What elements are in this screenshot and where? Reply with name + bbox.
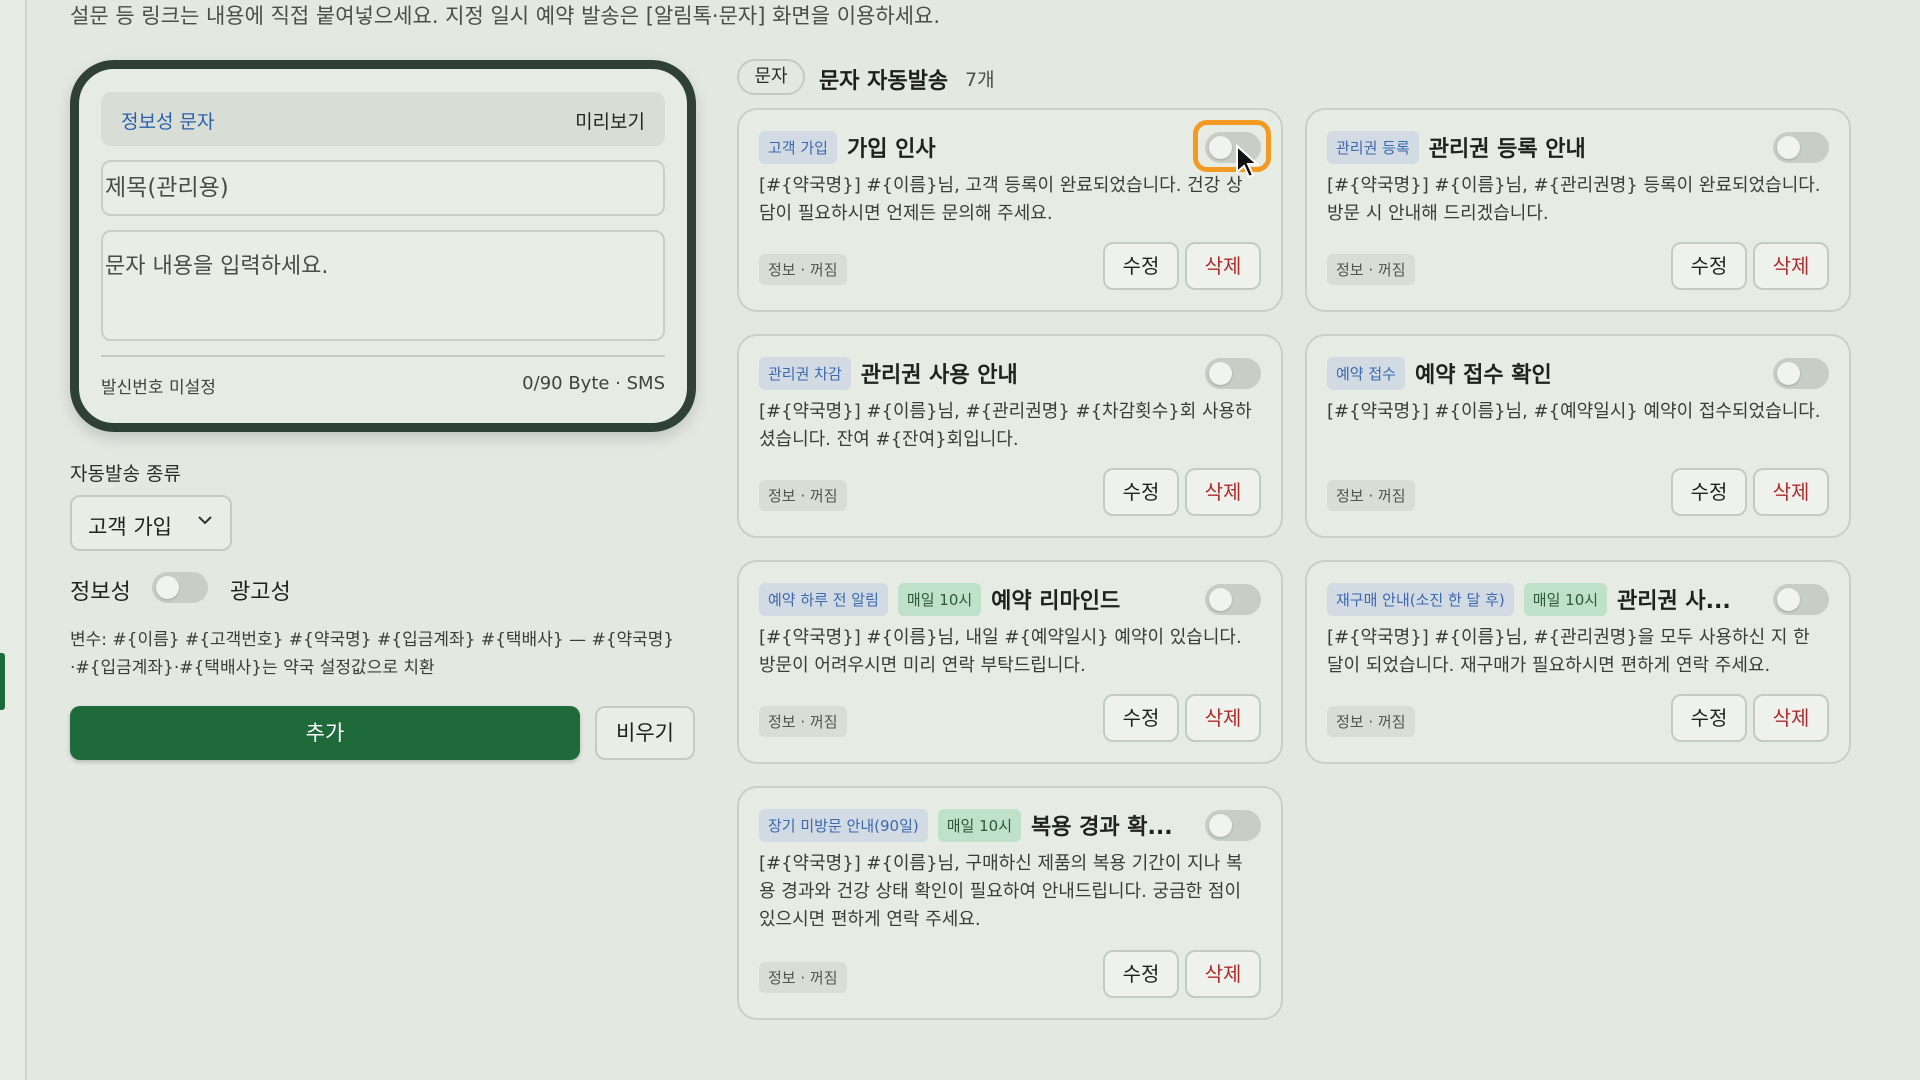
card-body: [#{약국명}] #{이름}님, #{관리권명}을 모두 사용하신 지 한 달이… — [1327, 627, 1810, 676]
edit-button[interactable]: 수정 — [1103, 950, 1179, 998]
auto-send-card: 관리권 차감 관리권 사용 안내 [#{약국명}] #{이름}님, #{관리권명… — [737, 334, 1283, 538]
card-toggle[interactable] — [1205, 810, 1261, 841]
list-title: 문자 자동발송 — [819, 69, 949, 94]
auto-send-card: 예약 접수 예약 접수 확인 [#{약국명}] #{이름}님, #{예약일시} … — [1305, 334, 1851, 538]
card-body: [#{약국명}] #{이름}님, 내일 #{예약일시} 예약이 있습니다. 방문… — [759, 627, 1242, 676]
card-toggle[interactable] — [1773, 584, 1829, 615]
card-tags: 장기 미방문 안내(90일) 매일 10시 복용 경과 확... — [759, 808, 1173, 842]
composer-header: 정보성 문자 미리보기 — [101, 92, 665, 146]
edit-button[interactable]: 수정 — [1671, 468, 1747, 516]
list-count: 7개 — [965, 69, 995, 91]
auto-send-type-label: 자동발송 종류 — [70, 463, 181, 485]
delete-button[interactable]: 삭제 — [1185, 468, 1261, 516]
add-button[interactable]: 추가 — [70, 706, 580, 760]
card-status: 정보 · 꺼짐 — [759, 962, 847, 993]
auto-send-card: 관리권 등록 관리권 등록 안내 [#{약국명}] #{이름}님, #{관리권명… — [1305, 108, 1851, 312]
delete-button[interactable]: 삭제 — [1185, 242, 1261, 290]
card-body: [#{약국명}] #{이름}님, 구매하신 제품의 복용 기간이 지나 복용 경… — [759, 853, 1243, 930]
schedule-tag: 매일 10시 — [937, 808, 1021, 842]
info-label: 정보성 — [70, 580, 131, 605]
card-body: [#{약국명}] #{이름}님, #{관리권명} 등록이 완료되었습니다. 방문… — [1327, 175, 1821, 224]
card-status: 정보 · 꺼짐 — [759, 706, 847, 737]
schedule-tag: 매일 10시 — [1523, 582, 1608, 616]
rail-active-indicator — [0, 653, 5, 710]
composer-divider — [101, 355, 665, 357]
auto-send-card: 장기 미방문 안내(90일) 매일 10시 복용 경과 확... [#{약국명}… — [737, 786, 1283, 1020]
message-composer: 정보성 문자 미리보기 제목(관리용) 문자 내용을 입력하세요. 발신번호 미… — [70, 60, 696, 432]
card-toggle[interactable] — [1773, 358, 1829, 389]
card-tags: 고객 가입 가입 인사 — [759, 130, 936, 164]
page-description: 설문 등 링크는 내용에 직접 붙여넣으세요. 지정 일시 예약 발송은 [알림… — [70, 4, 940, 28]
card-toggle[interactable] — [1773, 132, 1829, 163]
card-status: 정보 · 꺼짐 — [759, 480, 847, 511]
card-status: 정보 · 꺼짐 — [1327, 480, 1415, 511]
card-tags: 예약 하루 전 알림 매일 10시 예약 리마인드 — [759, 582, 1120, 616]
left-rail — [0, 0, 27, 1080]
card-toggle[interactable] — [1205, 358, 1261, 389]
preview-button[interactable]: 미리보기 — [575, 107, 645, 134]
auto-send-type-value: 고객 가입 — [88, 515, 172, 539]
card-title: 예약 접수 확인 — [1414, 363, 1552, 388]
card-body: [#{약국명}] #{이름}님, 고객 등록이 완료되었습니다. 건강 상담이 … — [759, 175, 1243, 224]
chevron-down-icon — [196, 511, 214, 534]
card-status: 정보 · 꺼짐 — [759, 254, 847, 285]
card-status: 정보 · 꺼짐 — [1327, 706, 1415, 737]
card-tags: 재구매 안내(소진 한 달 후) 매일 10시 관리권 사... — [1327, 582, 1731, 616]
delete-button[interactable]: 삭제 — [1753, 242, 1829, 290]
message-type-label: 정보성 문자 — [121, 111, 215, 133]
delete-button[interactable]: 삭제 — [1753, 694, 1829, 742]
trigger-tag: 관리권 등록 — [1327, 130, 1419, 164]
variables-help: 변수: #{이름} #{고객번호} #{약국명} #{입금계좌} #{택배사} … — [70, 630, 675, 678]
card-title: 복용 경과 확... — [1031, 815, 1173, 840]
message-body-input[interactable]: 문자 내용을 입력하세요. — [101, 230, 665, 341]
trigger-tag: 장기 미방문 안내(90일) — [759, 808, 928, 842]
ad-label: 광고성 — [230, 580, 291, 605]
byte-counter: 0/90 Byte · SMS — [522, 373, 665, 394]
edit-button[interactable]: 수정 — [1103, 468, 1179, 516]
card-title: 관리권 사... — [1617, 589, 1731, 614]
title-input[interactable]: 제목(관리용) — [101, 160, 665, 216]
card-tags: 관리권 차감 관리권 사용 안내 — [759, 356, 1018, 390]
edit-button[interactable]: 수정 — [1671, 242, 1747, 290]
delete-button[interactable]: 삭제 — [1185, 694, 1261, 742]
schedule-tag: 매일 10시 — [897, 582, 982, 616]
card-body: [#{약국명}] #{이름}님, #{관리권명} #{차감횟수}회 사용하셨습니… — [759, 401, 1252, 450]
auto-send-card: 고객 가입 가입 인사 [#{약국명}] #{이름}님, 고객 등록이 완료되었… — [737, 108, 1283, 312]
delete-button[interactable]: 삭제 — [1753, 468, 1829, 516]
card-tags: 예약 접수 예약 접수 확인 — [1327, 356, 1552, 390]
clear-button[interactable]: 비우기 — [595, 706, 695, 760]
trigger-tag: 예약 접수 — [1327, 356, 1405, 390]
trigger-tag: 재구매 안내(소진 한 달 후) — [1327, 582, 1514, 616]
auto-send-type-select[interactable]: 고객 가입 — [70, 495, 232, 551]
card-body: [#{약국명}] #{이름}님, #{예약일시} 예약이 접수되었습니다. — [1327, 401, 1821, 422]
edit-button[interactable]: 수정 — [1103, 242, 1179, 290]
edit-button[interactable]: 수정 — [1103, 694, 1179, 742]
card-title: 관리권 사용 안내 — [860, 363, 1018, 388]
trigger-tag: 관리권 차감 — [759, 356, 851, 390]
trigger-tag: 예약 하루 전 알림 — [759, 582, 888, 616]
sender-number-status: 발신번호 미설정 — [101, 378, 216, 398]
edit-button[interactable]: 수정 — [1671, 694, 1747, 742]
delete-button[interactable]: 삭제 — [1185, 950, 1261, 998]
card-tags: 관리권 등록 관리권 등록 안내 — [1327, 130, 1586, 164]
trigger-tag: 고객 가입 — [759, 130, 837, 164]
card-title: 예약 리마인드 — [991, 589, 1121, 614]
channel-chip[interactable]: 문자 — [737, 59, 805, 95]
auto-send-card: 예약 하루 전 알림 매일 10시 예약 리마인드 [#{약국명}] #{이름}… — [737, 560, 1283, 764]
auto-send-card: 재구매 안내(소진 한 달 후) 매일 10시 관리권 사... [#{약국명}… — [1305, 560, 1851, 764]
card-title: 관리권 등록 안내 — [1428, 137, 1586, 162]
card-title: 가입 인사 — [846, 137, 936, 162]
info-ad-toggle[interactable] — [152, 572, 208, 603]
card-toggle[interactable] — [1205, 584, 1261, 615]
card-status: 정보 · 꺼짐 — [1327, 254, 1415, 285]
